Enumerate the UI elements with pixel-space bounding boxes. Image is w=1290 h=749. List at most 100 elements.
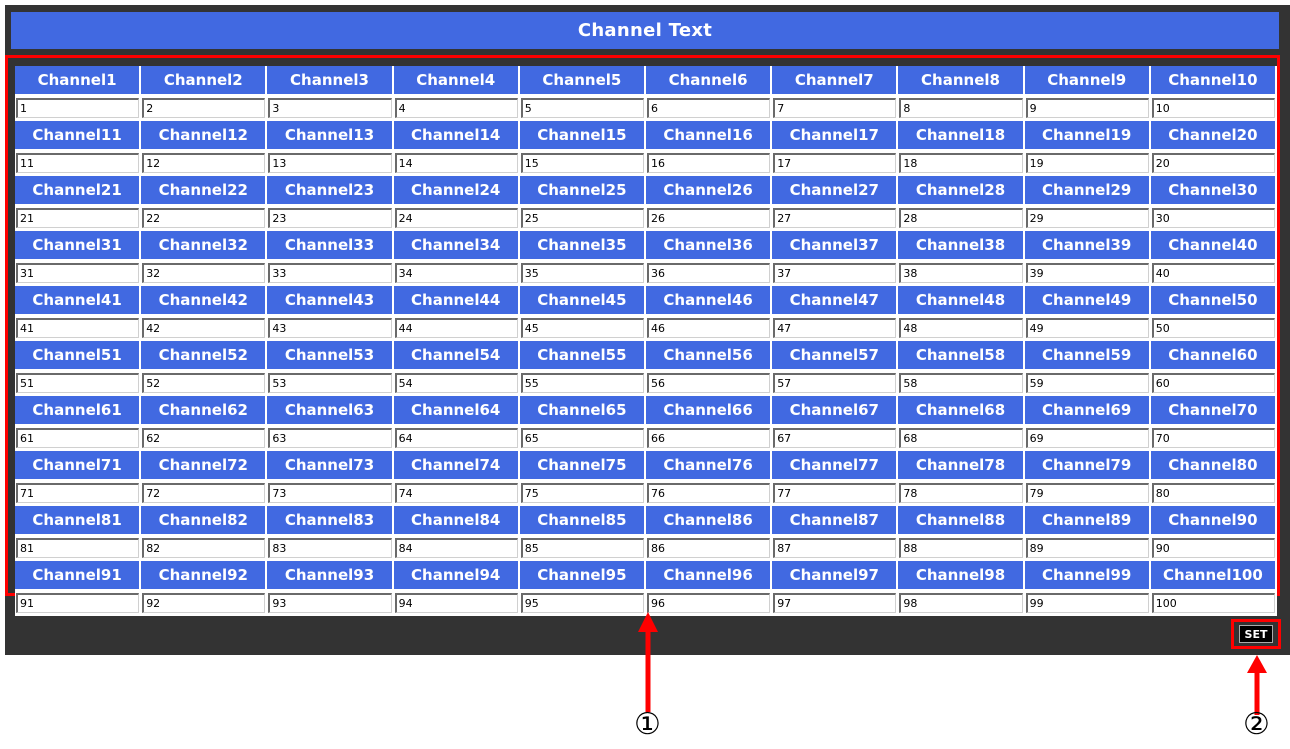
channel-text-input[interactable]: [394, 593, 518, 613]
channel-text-input[interactable]: [899, 208, 1023, 228]
channel-text-input[interactable]: [1151, 153, 1275, 173]
channel-text-input[interactable]: [394, 263, 518, 283]
channel-text-input[interactable]: [16, 428, 140, 448]
channel-text-input[interactable]: [520, 538, 644, 558]
channel-text-input[interactable]: [646, 318, 771, 338]
channel-text-input[interactable]: [1025, 153, 1149, 173]
channel-text-input[interactable]: [520, 428, 644, 448]
channel-text-input[interactable]: [142, 483, 266, 503]
channel-text-input[interactable]: [1025, 98, 1149, 118]
channel-text-input[interactable]: [899, 153, 1023, 173]
channel-text-input[interactable]: [773, 373, 897, 393]
channel-text-input[interactable]: [1025, 428, 1149, 448]
channel-text-input[interactable]: [1025, 483, 1149, 503]
channel-text-input[interactable]: [520, 318, 644, 338]
channel-text-input[interactable]: [520, 263, 644, 283]
channel-text-input[interactable]: [16, 153, 140, 173]
channel-text-input[interactable]: [520, 373, 644, 393]
channel-text-input[interactable]: [899, 373, 1023, 393]
channel-text-input[interactable]: [520, 153, 644, 173]
channel-text-input[interactable]: [1025, 593, 1149, 613]
channel-text-input[interactable]: [1025, 263, 1149, 283]
channel-text-input[interactable]: [16, 483, 140, 503]
channel-text-input[interactable]: [394, 98, 518, 118]
channel-text-input[interactable]: [142, 318, 266, 338]
channel-text-input[interactable]: [16, 538, 140, 558]
channel-text-input[interactable]: [899, 263, 1023, 283]
channel-text-input[interactable]: [394, 318, 518, 338]
channel-text-input[interactable]: [142, 428, 266, 448]
channel-text-input[interactable]: [520, 593, 644, 613]
channel-text-input[interactable]: [646, 263, 771, 283]
channel-text-input[interactable]: [394, 483, 518, 503]
channel-text-input[interactable]: [394, 208, 518, 228]
channel-text-input[interactable]: [899, 428, 1023, 448]
channel-text-input[interactable]: [773, 593, 897, 613]
channel-text-input[interactable]: [646, 483, 771, 503]
channel-text-input[interactable]: [646, 593, 771, 613]
channel-text-input[interactable]: [1151, 318, 1275, 338]
channel-text-input[interactable]: [1151, 263, 1275, 283]
channel-text-input[interactable]: [1151, 428, 1275, 448]
channel-text-input[interactable]: [1025, 373, 1149, 393]
channel-text-input[interactable]: [142, 373, 266, 393]
channel-text-input[interactable]: [268, 263, 392, 283]
channel-text-input[interactable]: [268, 538, 392, 558]
channel-text-input[interactable]: [646, 428, 771, 448]
channel-text-input[interactable]: [16, 373, 140, 393]
channel-text-input[interactable]: [773, 208, 897, 228]
channel-text-input[interactable]: [773, 483, 897, 503]
channel-text-input[interactable]: [1151, 483, 1275, 503]
channel-text-input[interactable]: [394, 538, 518, 558]
channel-text-input[interactable]: [899, 483, 1023, 503]
channel-text-input[interactable]: [646, 208, 771, 228]
channel-text-input[interactable]: [394, 428, 518, 448]
channel-text-input[interactable]: [899, 593, 1023, 613]
channel-text-input[interactable]: [899, 318, 1023, 338]
channel-text-input[interactable]: [16, 593, 140, 613]
channel-text-input[interactable]: [268, 373, 392, 393]
channel-text-input[interactable]: [142, 153, 266, 173]
channel-text-input[interactable]: [16, 263, 140, 283]
channel-text-input[interactable]: [899, 98, 1023, 118]
set-button[interactable]: SET: [1239, 625, 1273, 643]
channel-text-input[interactable]: [16, 208, 140, 228]
channel-text-input[interactable]: [646, 373, 771, 393]
channel-text-input[interactable]: [520, 98, 644, 118]
channel-text-input[interactable]: [773, 263, 897, 283]
channel-text-input[interactable]: [1025, 318, 1149, 338]
channel-text-input[interactable]: [268, 318, 392, 338]
channel-text-input[interactable]: [268, 98, 392, 118]
channel-text-input[interactable]: [899, 538, 1023, 558]
channel-text-input[interactable]: [394, 153, 518, 173]
channel-text-input[interactable]: [773, 538, 897, 558]
channel-text-input[interactable]: [142, 593, 266, 613]
channel-text-input[interactable]: [142, 208, 266, 228]
channel-text-input[interactable]: [1151, 593, 1275, 613]
channel-text-input[interactable]: [16, 318, 140, 338]
channel-text-input[interactable]: [773, 98, 897, 118]
channel-text-input[interactable]: [773, 153, 897, 173]
channel-text-input[interactable]: [773, 428, 897, 448]
channel-text-input[interactable]: [646, 538, 771, 558]
channel-text-input[interactable]: [520, 483, 644, 503]
channel-text-input[interactable]: [394, 373, 518, 393]
channel-text-input[interactable]: [1151, 373, 1275, 393]
channel-text-input[interactable]: [142, 538, 266, 558]
channel-text-input[interactable]: [142, 98, 266, 118]
channel-text-input[interactable]: [142, 263, 266, 283]
channel-text-input[interactable]: [16, 98, 140, 118]
channel-text-input[interactable]: [1025, 538, 1149, 558]
channel-text-input[interactable]: [268, 428, 392, 448]
channel-text-input[interactable]: [1151, 208, 1275, 228]
channel-text-input[interactable]: [646, 98, 771, 118]
channel-text-input[interactable]: [1151, 98, 1275, 118]
channel-text-input[interactable]: [520, 208, 644, 228]
channel-text-input[interactable]: [1025, 208, 1149, 228]
channel-text-input[interactable]: [268, 153, 392, 173]
channel-text-input[interactable]: [268, 593, 392, 613]
channel-text-input[interactable]: [646, 153, 771, 173]
channel-text-input[interactable]: [1151, 538, 1275, 558]
channel-text-input[interactable]: [268, 483, 392, 503]
channel-text-input[interactable]: [773, 318, 897, 338]
